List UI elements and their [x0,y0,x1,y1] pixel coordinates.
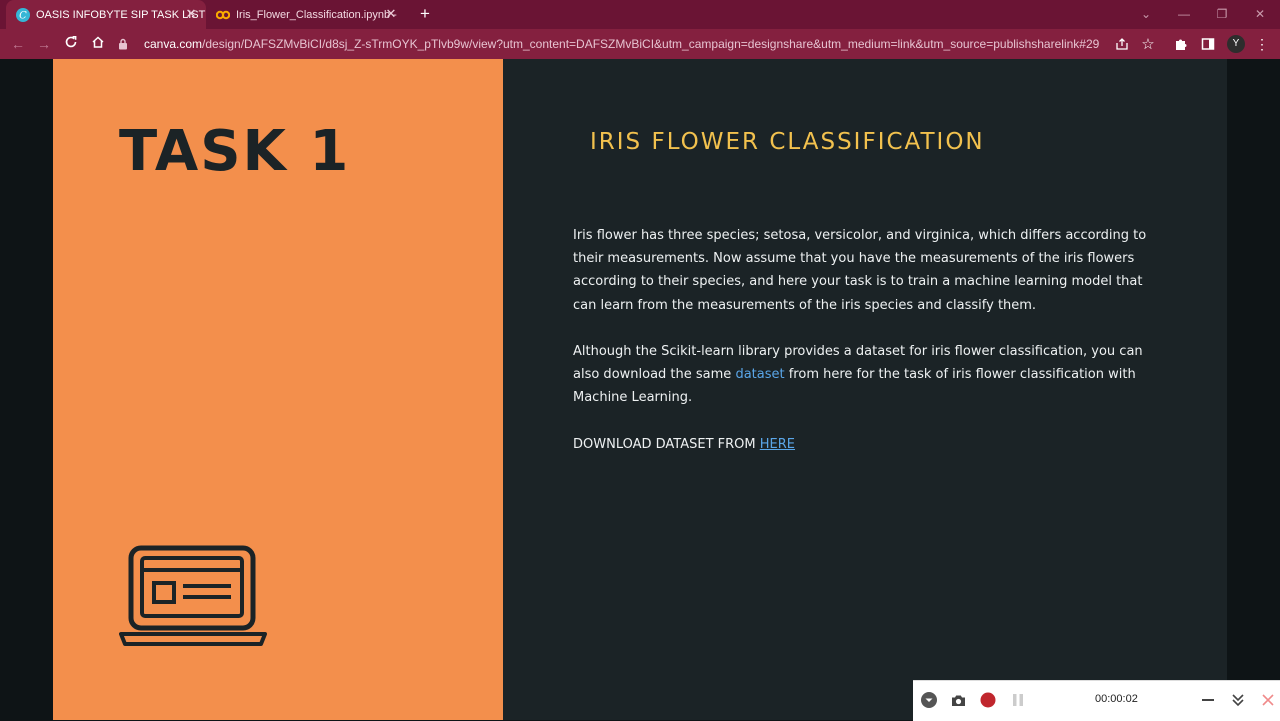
tab-search-icon[interactable]: ⌄ [1136,5,1156,23]
canva-icon: C [16,7,30,22]
recording-timer: 00:00:02 [1095,693,1138,705]
minimize-recorder-icon[interactable] [1199,691,1217,709]
url-path: /design/DAFSZMvBiCI/d8sj_Z-sTrmOYK_pTlvb… [202,37,1100,51]
slide-right-panel: IRIS FLOWER CLASSIFICATION Iris flower h… [503,59,1227,720]
colab-icon [216,8,230,22]
extensions-icon[interactable] [1172,35,1190,53]
camera-icon[interactable] [949,691,967,709]
close-tab-icon[interactable]: ✕ [384,7,398,21]
recorder-dropdown-icon[interactable] [920,691,938,709]
collapse-recorder-icon[interactable] [1229,691,1247,709]
here-link[interactable]: HERE [760,437,795,452]
tab-title: OASIS INFOBYTE SIP TASK LIST [36,8,206,21]
download-line: DOWNLOAD DATASET FROM HERE [573,433,1158,456]
restore-icon[interactable]: ❐ [1212,5,1232,23]
dataset-link[interactable]: dataset [735,367,784,382]
forward-icon[interactable]: → [35,35,53,53]
tab-iris-notebook[interactable]: Iris_Flower_Classification.ipynb - ✕ [208,0,406,29]
canva-presentation-view: TASK 1 IRIS FLOWER CLASSIFICATION Iris f… [0,59,1280,720]
bookmark-star-icon[interactable]: ☆ [1139,35,1157,53]
description-paragraph: Iris flower has three species; setosa, v… [573,228,1147,313]
laptop-icon [119,545,267,646]
home-icon[interactable] [89,35,107,53]
back-icon[interactable]: ← [9,35,27,53]
new-tab-button[interactable]: + [416,5,434,23]
stop-recording-icon[interactable] [979,691,997,709]
side-panel-icon[interactable] [1199,35,1217,53]
task-title: TASK 1 [119,119,351,184]
window-close-icon[interactable]: ✕ [1250,5,1270,23]
tab-bar: C OASIS INFOBYTE SIP TASK LIST ✕ Iris_Fl… [0,0,1280,29]
svg-text:C: C [19,10,27,21]
menu-kebab-icon[interactable]: ⋮ [1253,35,1271,53]
minimize-icon[interactable]: — [1174,5,1194,23]
close-recorder-icon[interactable] [1259,691,1277,709]
screen-recorder-toolbar: 00:00:02 [913,680,1280,721]
download-label: DOWNLOAD DATASET FROM [573,437,760,452]
address-bar[interactable]: canva.com/design/DAFSZMvBiCI/d8sj_Z-sTrm… [118,33,1108,55]
browser-toolbar: ← → canva.com/design/DAFSZMvBiCI/d8sj_Z-… [0,29,1280,59]
tab-title: Iris_Flower_Classification.ipynb - [236,8,397,21]
lock-icon [118,38,132,50]
reload-icon[interactable] [62,35,80,53]
profile-avatar[interactable]: Y [1227,35,1245,53]
dataset-paragraph: Although the Scikit-learn library provid… [573,340,1158,410]
share-icon[interactable] [1113,35,1131,53]
close-tab-icon[interactable]: ✕ [184,7,198,21]
tab-oasis-task-list[interactable]: C OASIS INFOBYTE SIP TASK LIST ✕ [6,0,206,29]
slide-left-panel: TASK 1 [53,59,503,720]
url-host: canva.com [144,37,203,51]
pause-icon[interactable] [1009,691,1027,709]
slide-heading: IRIS FLOWER CLASSIFICATION [590,129,985,155]
